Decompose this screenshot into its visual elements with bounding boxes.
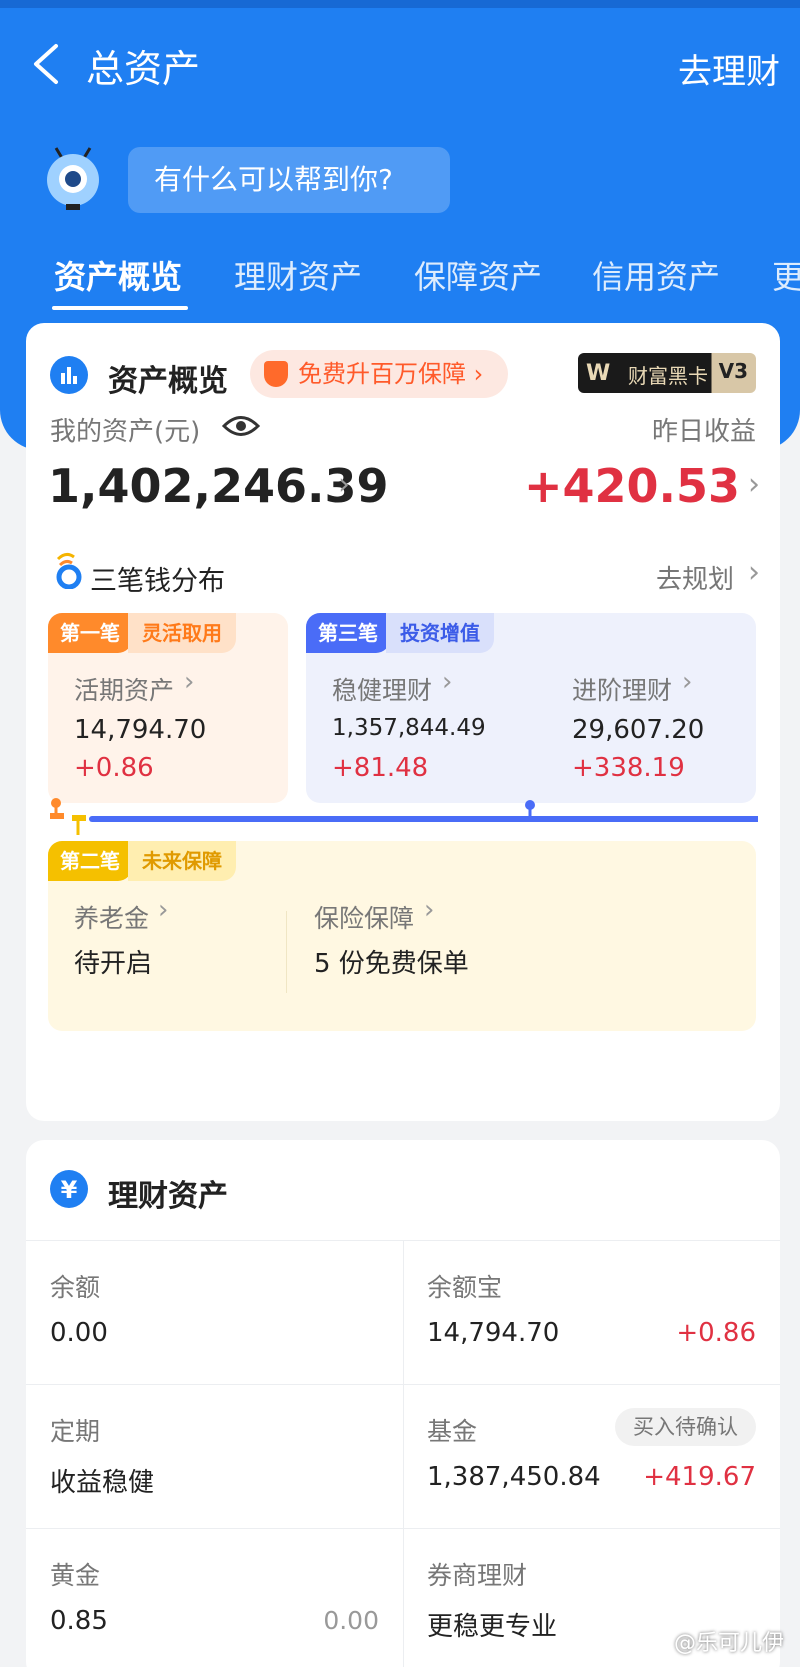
first-fund-desc: 灵活取用 <box>128 613 236 653</box>
second-fund-desc: 未来保障 <box>128 841 236 881</box>
finance-cell-yuebao[interactable]: 余额宝 14,794.70 +0.86 <box>403 1240 780 1384</box>
page-title: 总资产 <box>86 47 201 91</box>
tab-finance-assets[interactable]: 理财资产 <box>234 252 362 298</box>
assistant-robot-icon[interactable] <box>40 146 106 212</box>
eye-icon[interactable] <box>222 413 260 439</box>
advanced-finance-change: +338.19 <box>572 753 685 783</box>
tab-overview[interactable]: 资产概览 <box>54 252 182 298</box>
wealth-black-card-badge[interactable]: W 财富黑卡 V3 <box>578 353 756 393</box>
tab-insurance-assets[interactable]: 保障资产 <box>414 252 542 298</box>
chevron-right-icon: › <box>184 667 195 697</box>
fixed-term-value: 收益稳健 <box>50 1468 155 1498</box>
fund-value: 1,387,450.84 <box>427 1462 601 1492</box>
chevron-right-icon: › <box>424 895 435 925</box>
svg-text:¥: ¥ <box>61 1176 78 1204</box>
divider <box>286 911 287 993</box>
first-fund-tag: 第一笔 <box>48 613 132 653</box>
tab-credit-assets[interactable]: 信用资产 <box>592 252 720 298</box>
back-button[interactable] <box>28 42 68 86</box>
insurance-label[interactable]: 保险保障 <box>314 899 414 935</box>
yesterday-earnings-label: 昨日收益 <box>651 417 756 447</box>
demand-assets-label: 活期资产 <box>74 676 175 705</box>
broker-value: 更稳更专业 <box>427 1612 558 1642</box>
fixed-term-label: 定期 <box>50 1417 101 1446</box>
yesterday-earnings-value[interactable]: +420.53 <box>524 459 740 513</box>
overview-card: 资产概览 免费升百万保障 › W 财富黑卡 V3 我的资产(元) 昨日收益 1,… <box>26 323 780 1121</box>
finance-cell-gold[interactable]: 黄金 0.85 0.00 <box>26 1528 403 1667</box>
chevron-right-icon: › <box>466 360 484 388</box>
stable-finance-change: +81.48 <box>332 753 429 783</box>
yuebao-value: 14,794.70 <box>427 1318 560 1348</box>
fund-change: +419.67 <box>643 1462 756 1492</box>
promo-banner[interactable]: 免费升百万保障 › <box>250 350 508 398</box>
chevron-right-icon: › <box>748 467 760 502</box>
gold-change: 0.00 <box>323 1606 379 1635</box>
finance-assets-title: 理财资产 <box>108 1179 228 1214</box>
finance-cell-fund[interactable]: 基金 买入待确认 1,387,450.84 +419.67 <box>403 1384 780 1528</box>
pension-value: 待开启 <box>74 949 153 979</box>
tab-more[interactable]: 更 <box>772 252 800 298</box>
chevron-right-icon: › <box>338 467 350 502</box>
card-name: 财富黑卡 <box>628 364 708 388</box>
go-invest-button[interactable]: 去理财 <box>678 44 780 93</box>
yuebao-label: 余额宝 <box>427 1273 503 1302</box>
chevron-right-icon: › <box>748 555 760 590</box>
watermark: @乐可儿伊 <box>673 1631 784 1656</box>
chevron-right-icon: › <box>682 667 693 697</box>
gold-value: 0.85 <box>50 1606 108 1636</box>
status-bar <box>0 0 800 8</box>
advanced-finance-value: 29,607.20 <box>572 715 705 745</box>
timeline-connector <box>50 798 758 835</box>
chevron-left-icon <box>34 44 58 84</box>
distribution-title: 三笔钱分布 <box>90 566 225 597</box>
first-fund-box[interactable]: 第一笔 灵活取用 活期资产 › 14,794.70 +0.86 <box>48 613 288 803</box>
yen-icon: ¥ <box>50 1170 88 1208</box>
third-fund-box[interactable]: 第三笔 投资增值 稳健理财 › 1,357,844.49 +81.48 进阶理财… <box>306 613 756 803</box>
stable-finance-label[interactable]: 稳健理财 <box>332 671 432 707</box>
demand-assets-change: +0.86 <box>74 753 154 783</box>
asset-tabs: 资产概览 理财资产 保障资产 信用资产 更 <box>0 252 800 312</box>
shield-icon <box>264 361 288 387</box>
chevron-right-icon: › <box>158 895 169 925</box>
three-funds-logo-icon <box>56 552 82 589</box>
advanced-finance-label[interactable]: 进阶理财 <box>572 671 672 707</box>
card-level: V3 <box>718 359 748 383</box>
plan-link[interactable]: 去规划 <box>656 559 734 596</box>
pension-label[interactable]: 养老金 <box>74 899 149 935</box>
promo-text: 免费升百万保障 <box>298 360 466 388</box>
second-fund-box[interactable]: 第二笔 未来保障 养老金 › 待开启 保险保障 › 5 份免费保单 <box>48 841 756 1031</box>
third-fund-desc: 投资增值 <box>386 613 494 653</box>
stable-finance-value: 1,357,844.49 <box>332 715 486 741</box>
broker-label: 券商理财 <box>427 1561 528 1590</box>
finance-assets-card: ¥ 理财资产 余额 0.00 余额宝 14,794.70 +0.86 定期 收益… <box>26 1140 780 1667</box>
card-logo: W <box>586 361 611 386</box>
my-assets-label: 我的资产(元) <box>50 417 201 447</box>
assistant-prompt[interactable]: 有什么可以帮到你? <box>128 147 450 213</box>
second-fund-tag: 第二笔 <box>48 841 132 881</box>
finance-cell-balance[interactable]: 余额 0.00 <box>26 1240 403 1384</box>
finance-cell-fixed-term[interactable]: 定期 收益稳健 <box>26 1384 403 1528</box>
third-fund-tag: 第三笔 <box>306 613 390 653</box>
gold-label: 黄金 <box>50 1561 101 1590</box>
fund-label: 基金 <box>427 1417 478 1446</box>
balance-value: 0.00 <box>50 1318 108 1348</box>
insurance-value: 5 份免费保单 <box>314 949 469 979</box>
bar-chart-icon <box>50 356 88 394</box>
yuebao-change: +0.86 <box>676 1318 756 1348</box>
overview-title: 资产概览 <box>108 364 228 399</box>
demand-assets-value: 14,794.70 <box>74 715 207 745</box>
balance-label: 余额 <box>50 1273 101 1302</box>
tab-active-indicator <box>52 306 188 310</box>
chevron-right-icon: › <box>442 667 453 697</box>
status-badge: 买入待确认 <box>615 1408 756 1446</box>
